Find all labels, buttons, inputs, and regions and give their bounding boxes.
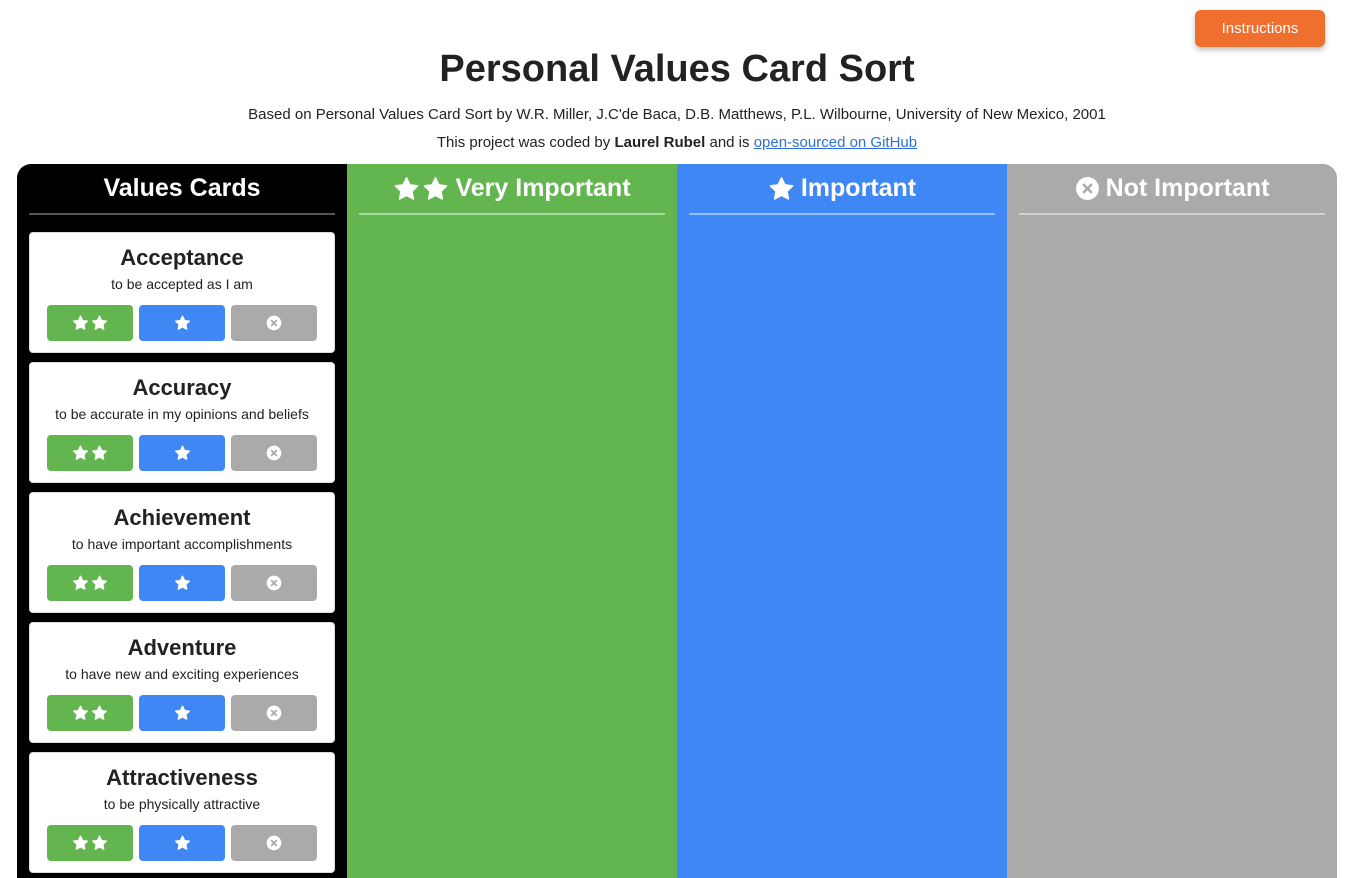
value-card-title: Acceptance xyxy=(120,245,244,270)
circle-x-icon xyxy=(266,315,282,331)
not-important-button[interactable] xyxy=(231,695,317,731)
value-card[interactable]: Achievement to have important accomplishm… xyxy=(29,492,335,613)
star-icon xyxy=(174,835,191,851)
github-link[interactable]: open-sourced on GitHub xyxy=(754,134,917,151)
credit-author: Laurel Rubel xyxy=(614,134,706,151)
important-button[interactable] xyxy=(139,305,225,341)
two-stars-icon xyxy=(72,315,108,331)
two-stars-icon xyxy=(72,445,108,461)
not-important-button[interactable] xyxy=(231,305,317,341)
very-important-button[interactable] xyxy=(47,305,133,341)
column-header-not-important: Not Important xyxy=(1019,164,1325,215)
card-board: Values Cards Acceptance to be accepted as… xyxy=(17,164,1337,878)
two-stars-icon xyxy=(72,705,108,721)
circle-x-icon xyxy=(266,575,282,591)
column-title-not-important: Not Important xyxy=(1105,174,1270,202)
column-title-very-important: Very Important xyxy=(455,174,631,202)
not-important-button[interactable] xyxy=(231,825,317,861)
column-header-values: Values Cards xyxy=(29,164,335,215)
very-important-button[interactable] xyxy=(47,695,133,731)
column-title-important: Important xyxy=(800,174,917,202)
value-card-description: to be physically attractive xyxy=(103,796,261,812)
instructions-button[interactable]: Instructions xyxy=(1195,10,1325,47)
value-card-buttons xyxy=(30,305,334,341)
two-stars-icon xyxy=(393,176,449,202)
value-card-buttons xyxy=(30,695,334,731)
value-card-title: Adventure xyxy=(127,635,237,660)
value-card-title: Accuracy xyxy=(132,375,232,400)
value-card[interactable]: Accuracy to be accurate in my opinions an… xyxy=(29,362,335,483)
value-card[interactable]: Adventure to have new and exciting experi… xyxy=(29,622,335,743)
value-card-buttons xyxy=(30,565,334,601)
value-card-description: to have important accomplishments xyxy=(71,536,293,552)
column-title-values: Values Cards xyxy=(103,174,261,202)
value-card-description: to be accepted as I am xyxy=(111,276,253,292)
column-values-cards: Values Cards Acceptance to be accepted as… xyxy=(17,164,347,878)
values-card-list: Acceptance to be accepted as I am Accuracy… xyxy=(29,232,335,873)
value-card[interactable]: Acceptance to be accepted as I am xyxy=(29,232,335,353)
two-stars-icon xyxy=(72,575,108,591)
very-important-button[interactable] xyxy=(47,565,133,601)
important-button[interactable] xyxy=(139,565,225,601)
important-button[interactable] xyxy=(139,695,225,731)
star-icon xyxy=(174,705,191,721)
circle-x-icon xyxy=(266,835,282,851)
star-icon xyxy=(174,445,191,461)
important-button[interactable] xyxy=(139,825,225,861)
star-icon xyxy=(174,315,191,331)
value-card[interactable]: Attractiveness to be physically attractiv… xyxy=(29,752,335,873)
two-stars-icon xyxy=(72,835,108,851)
column-important[interactable]: Important xyxy=(677,164,1007,878)
value-card-description: to have new and exciting experiences xyxy=(65,666,299,682)
column-very-important[interactable]: Very Important xyxy=(347,164,677,878)
value-card-description: to be accurate in my opinions and belief… xyxy=(55,406,309,422)
very-important-button[interactable] xyxy=(47,435,133,471)
column-not-important[interactable]: Not Important xyxy=(1007,164,1337,878)
circle-x-icon xyxy=(1075,176,1100,201)
not-important-button[interactable] xyxy=(231,565,317,601)
value-card-buttons xyxy=(30,435,334,471)
star-icon xyxy=(768,176,795,202)
very-important-button[interactable] xyxy=(47,825,133,861)
value-card-buttons xyxy=(30,825,334,861)
important-button[interactable] xyxy=(139,435,225,471)
credit-prefix: This project was coded by xyxy=(436,134,611,151)
credit-line: This project was coded by Laurel Rubel a… xyxy=(0,134,1354,151)
star-icon xyxy=(174,575,191,591)
column-header-important: Important xyxy=(689,164,995,215)
value-card-title: Attractiveness xyxy=(106,765,258,790)
not-important-button[interactable] xyxy=(231,435,317,471)
credit-middle: and is xyxy=(709,134,750,151)
value-card-title: Achievement xyxy=(113,505,251,530)
page-subtitle: Based on Personal Values Card Sort by W.… xyxy=(248,106,1106,123)
circle-x-icon xyxy=(266,445,282,461)
app-page: Instructions Personal Values Card Sort B… xyxy=(0,0,1360,878)
circle-x-icon xyxy=(266,705,282,721)
page-title: Personal Values Card Sort xyxy=(439,48,915,90)
column-header-very-important: Very Important xyxy=(359,164,665,215)
